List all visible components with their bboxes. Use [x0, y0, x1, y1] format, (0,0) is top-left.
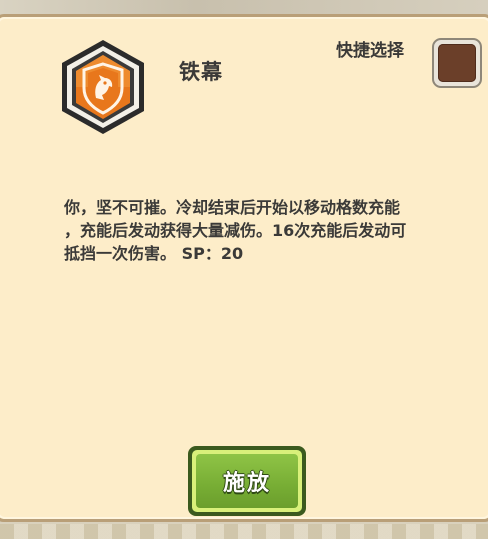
cast-button-face: 施放 — [196, 454, 298, 508]
quick-select-slot[interactable] — [432, 38, 482, 88]
skill-name: 铁幕 — [179, 60, 223, 84]
description-line: ，充能后发动获得大量减伤。16次充能后发动可 — [64, 221, 407, 240]
shield-horse-icon — [62, 40, 144, 134]
quick-select-label: 快捷选择 — [336, 41, 404, 61]
cast-button-label: 施放 — [222, 471, 271, 496]
description-line: 你，坚不可摧。冷却结束后开始以移动格数充能 — [64, 198, 401, 217]
quick-select-slot-fill — [438, 44, 476, 82]
cast-button[interactable]: 施放 — [188, 446, 306, 516]
skill-description: 你，坚不可摧。冷却结束后开始以移动格数充能 ，充能后发动获得大量减伤。16次充能… — [64, 196, 474, 265]
cast-button-rim: 施放 — [192, 450, 302, 512]
description-line: 抵挡一次伤害。 SP：20 — [64, 244, 244, 263]
bottom-pattern — [0, 524, 488, 539]
